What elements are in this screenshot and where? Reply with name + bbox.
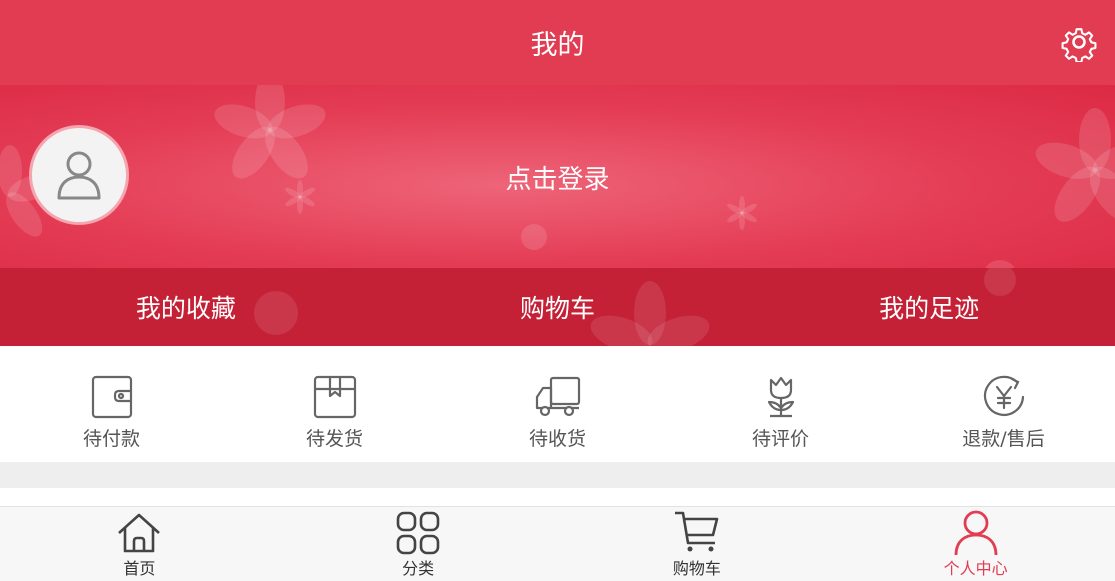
login-link[interactable]: 点击登录 [0,159,1115,196]
order-pending-review[interactable]: 待评价 [669,346,892,462]
quick-link-cart[interactable]: 购物车 [372,289,744,325]
order-status-row: 待付款 待发货 待收货 待评价 退款/售后 [0,346,1115,462]
content-strip [0,488,1115,506]
flower-icon [767,376,794,418]
package-icon [313,375,356,419]
order-status-label: 退款/售后 [962,428,1045,450]
wallet-icon [91,375,132,419]
tab-label: 购物车 [672,559,721,578]
gear-icon[interactable] [1059,22,1099,62]
home-icon [118,513,161,553]
order-pending-shipment[interactable]: 待发货 [223,346,446,462]
tab-category[interactable]: 分类 [279,507,558,581]
order-pending-payment[interactable]: 待付款 [0,346,223,462]
order-status-label: 待收货 [528,428,586,450]
profile-banner: 点击登录 [0,85,1115,268]
order-refund-aftersale[interactable]: 退款/售后 [892,346,1115,462]
order-status-label: 待评价 [751,428,809,450]
quick-links-bar: 我的收藏 购物车 我的足迹 [0,268,1115,346]
order-pending-receipt[interactable]: 待收货 [446,346,669,462]
tab-label: 个人中心 [943,559,1008,578]
bottom-tab-bar: 首页 分类 购物车 个人中心 [0,506,1115,581]
cart-icon [674,511,719,552]
page-title: 我的 [530,30,585,61]
quick-link-favorites[interactable]: 我的收藏 [0,289,372,325]
header-bar: 我的 [0,0,1115,85]
person-icon [954,510,998,556]
tab-home[interactable]: 首页 [0,507,279,581]
tab-label: 分类 [402,559,435,578]
truck-icon [535,376,580,417]
yen-refund-icon [983,375,1024,416]
grid-icon [396,511,440,555]
order-status-label: 待发货 [305,428,363,450]
tab-label: 首页 [123,559,156,578]
order-status-label: 待付款 [82,428,140,450]
tab-cart[interactable]: 购物车 [558,507,837,581]
tab-profile[interactable]: 个人中心 [836,507,1115,581]
quick-link-history[interactable]: 我的足迹 [743,289,1115,325]
